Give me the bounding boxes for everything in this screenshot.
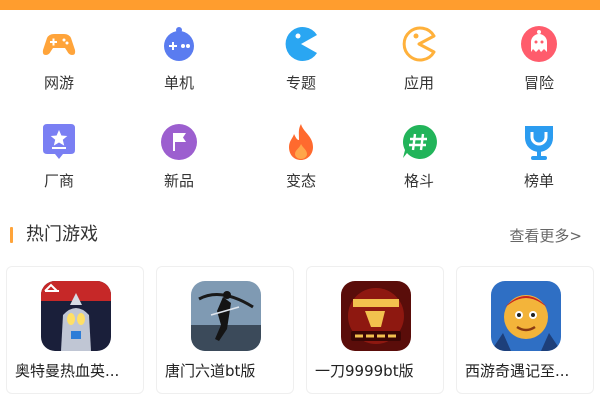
category-label: 应用 (403, 74, 434, 92)
category-label: 厂商 (43, 172, 74, 190)
category-gedou[interactable]: 格斗 (379, 122, 459, 190)
top-accent-bar (0, 0, 600, 10)
category-biantai[interactable]: 变态 (261, 122, 341, 190)
pacman-icon (285, 27, 317, 62)
category-label: 新品 (163, 172, 194, 190)
game-card[interactable]: 奥特曼热血英... (6, 266, 144, 394)
flag-icon (161, 124, 197, 160)
category-danji[interactable]: 单机 (139, 24, 219, 92)
category-zhuanti[interactable]: 专题 (261, 24, 341, 92)
game-name: 唐门六道bt版 (165, 362, 256, 380)
game-name: 西游奇遇记至... (465, 362, 570, 380)
game-card[interactable]: 西游奇遇记至... (456, 266, 594, 394)
category-label: 网游 (43, 74, 74, 92)
pacman-outline-icon (402, 26, 436, 62)
category-label: 专题 (285, 74, 316, 92)
game-card[interactable]: 唐门六道bt版 (156, 266, 294, 394)
tangmen-game-icon (191, 281, 261, 351)
ultraman-game-icon (41, 281, 111, 351)
flame-icon (289, 124, 313, 160)
ghost-icon (521, 26, 557, 62)
category-label: 单机 (163, 74, 194, 92)
category-xinpin[interactable]: 新品 (139, 122, 219, 190)
game-name: 奥特曼热血英... (15, 362, 120, 380)
category-label: 格斗 (403, 172, 434, 190)
yidao-game-icon (341, 281, 411, 351)
category-label: 变态 (285, 172, 316, 190)
category-row: 网游 单机 专题 应用 冒险 (0, 24, 600, 122)
category-label: 榜单 (523, 172, 554, 190)
game-card[interactable]: 一刀9999bt版 (306, 266, 444, 394)
view-more-link[interactable]: 查看更多> (509, 227, 582, 245)
star-badge-icon (43, 124, 75, 159)
hashtag-chat-icon (402, 124, 437, 159)
game-name: 一刀9999bt版 (315, 362, 414, 380)
hot-games-list: 奥特曼热血英... 唐门六道bt版 一刀9999bt版 西游奇遇记至... (0, 266, 600, 400)
category-bangdan[interactable]: 榜单 (499, 122, 579, 190)
category-changshang[interactable]: 厂商 (19, 122, 99, 190)
xiyou-game-icon (491, 281, 561, 351)
joystick-icon (164, 27, 194, 61)
category-maoxian[interactable]: 冒险 (499, 24, 579, 92)
category-grid: 网游 单机 专题 应用 冒险 厂商 新品 变态 格斗 榜单 (0, 24, 600, 220)
trophy-icon (525, 126, 553, 160)
category-wangyou[interactable]: 网游 (19, 24, 99, 92)
section-title: 热门游戏 (26, 224, 98, 245)
hot-games-header: 热门游戏 查看更多> (0, 218, 600, 254)
section-accent-bar (10, 227, 13, 243)
category-row: 厂商 新品 变态 格斗 榜单 (0, 122, 600, 220)
gamepad-icon (42, 34, 76, 55)
category-yingyong[interactable]: 应用 (379, 24, 459, 92)
category-label: 冒险 (523, 74, 554, 92)
